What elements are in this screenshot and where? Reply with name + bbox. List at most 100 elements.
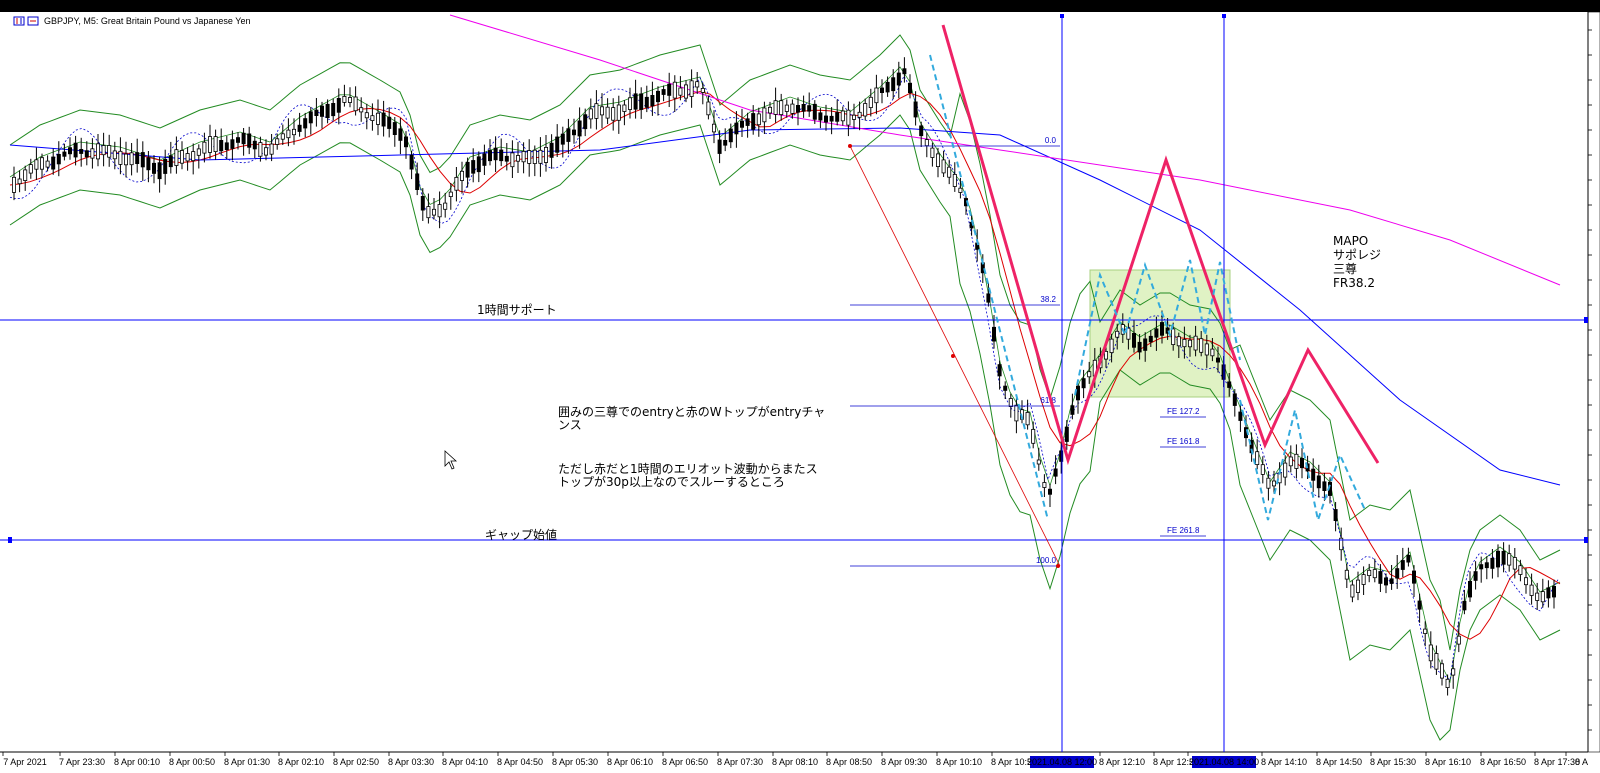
- candle-body: [577, 120, 582, 137]
- candle-body: [1076, 385, 1081, 401]
- candle-body: [896, 72, 901, 86]
- candle-body: [398, 128, 403, 141]
- candle-body: [202, 141, 207, 154]
- gap-open-line-handle[interactable]: [8, 537, 12, 543]
- candle-body: [1216, 357, 1221, 363]
- candle-body: [1423, 628, 1428, 634]
- candle-body: [129, 152, 134, 166]
- candle-body: [941, 159, 946, 174]
- candle-body: [174, 149, 179, 166]
- chart-window: 0.0 38.2 61.8 100.0 FE 127.2 FE 161.8 FE 261.8…: [0, 0, 1600, 773]
- candle-body: [1053, 468, 1058, 477]
- time-axis-label: 8 Apr 00:10: [114, 757, 160, 767]
- candle-body: [1451, 668, 1456, 676]
- candle-body: [1445, 678, 1450, 688]
- candle-body: [336, 98, 341, 113]
- candle-body: [857, 111, 862, 118]
- price-chart[interactable]: 0.038.261.8100.0FE 127.2FE 161.8FE 261.8…: [0, 0, 1600, 773]
- candle-body: [958, 187, 963, 193]
- fib-anchor-point[interactable]: [848, 144, 852, 148]
- candle-body: [303, 118, 308, 129]
- candle-body: [600, 106, 605, 116]
- candle-body: [157, 162, 162, 180]
- candle-body: [891, 77, 896, 92]
- candle-body: [84, 150, 89, 158]
- candle-body: [1294, 453, 1299, 469]
- candle-body: [919, 125, 924, 137]
- candle-body: [140, 152, 145, 168]
- candle-body: [443, 202, 448, 210]
- candle-body: [185, 153, 190, 162]
- candle-body: [51, 156, 56, 170]
- candle-body: [437, 204, 442, 218]
- candle-body: [622, 104, 627, 112]
- candle-body: [549, 142, 554, 158]
- candle-body: [1473, 571, 1478, 581]
- candle-body: [717, 139, 722, 154]
- fib-anchor-point[interactable]: [1056, 564, 1060, 568]
- vertical-line-handle[interactable]: [1060, 14, 1064, 18]
- candle-body: [11, 176, 16, 193]
- candle-body: [1176, 336, 1181, 347]
- candle-body: [829, 115, 834, 122]
- time-axis-label: 8 Apr 08:50: [826, 757, 872, 767]
- time-axis-label: 8 Apr 04:50: [497, 757, 543, 767]
- gap-open-label: ギャップ始値: [485, 527, 557, 542]
- candle-body: [1378, 571, 1383, 584]
- candle-body: [784, 104, 789, 112]
- candle-body: [1479, 564, 1484, 570]
- candle-body: [1361, 574, 1366, 585]
- candle-body: [840, 110, 845, 122]
- support-line-handle[interactable]: [1584, 317, 1588, 323]
- candle-body: [347, 97, 352, 103]
- vertical-line-handle[interactable]: [1222, 14, 1226, 18]
- candle-body: [476, 156, 481, 173]
- time-axis-label: 7 Apr 23:30: [59, 757, 105, 767]
- candle-body: [448, 191, 453, 198]
- time-axis-label: 8 Apr 12:10: [1099, 757, 1145, 767]
- candle-body: [224, 142, 229, 151]
- candle-body: [68, 147, 73, 155]
- gap-open-line-right-handle[interactable]: [1584, 537, 1588, 543]
- candle-body: [291, 128, 296, 136]
- time-axis-label: 8 Apr 00:50: [169, 757, 215, 767]
- candle-body: [79, 148, 84, 154]
- candle-body: [1204, 343, 1209, 356]
- candle-body: [583, 114, 588, 130]
- fib-anchor-point[interactable]: [951, 354, 955, 358]
- candle-body: [353, 96, 358, 112]
- candle-body: [555, 136, 560, 153]
- candle-body: [700, 88, 705, 93]
- candle-body: [952, 173, 957, 187]
- price-axis[interactable]: [1587, 11, 1600, 753]
- candle-body: [1031, 428, 1036, 444]
- candle-body: [762, 107, 767, 123]
- candle-body: [1300, 457, 1305, 469]
- candle-body: [712, 123, 717, 133]
- plot-area[interactable]: [0, 12, 1600, 773]
- candle-body: [381, 112, 386, 127]
- candle-body: [521, 150, 526, 163]
- candle-body: [706, 101, 711, 116]
- candle-body: [90, 148, 95, 159]
- candle-body: [902, 68, 907, 75]
- candle-body: [1081, 378, 1086, 389]
- candle-body: [1143, 338, 1148, 351]
- time-axis-label: 8 A: [1575, 757, 1588, 767]
- candle-body: [1356, 579, 1361, 593]
- candle-body: [331, 103, 336, 117]
- fe-level-label: FE 161.8: [1167, 437, 1200, 446]
- candle-body: [930, 147, 935, 158]
- candle-body: [992, 326, 997, 342]
- chart-type-icon[interactable]: [13, 16, 25, 26]
- candle-body: [124, 153, 129, 166]
- mapo-annotation-line: 三尊: [1333, 261, 1357, 276]
- candle-body: [34, 159, 39, 170]
- through-note-line: ただし赤だと1時間のエリオット波動からまたス: [558, 462, 818, 476]
- candle-body: [426, 206, 431, 219]
- time-axis-label: 8 Apr 14:50: [1316, 757, 1362, 767]
- candle-body: [207, 136, 212, 153]
- candle-body: [656, 90, 661, 103]
- candle-body: [163, 158, 168, 174]
- candle-body: [1322, 481, 1327, 491]
